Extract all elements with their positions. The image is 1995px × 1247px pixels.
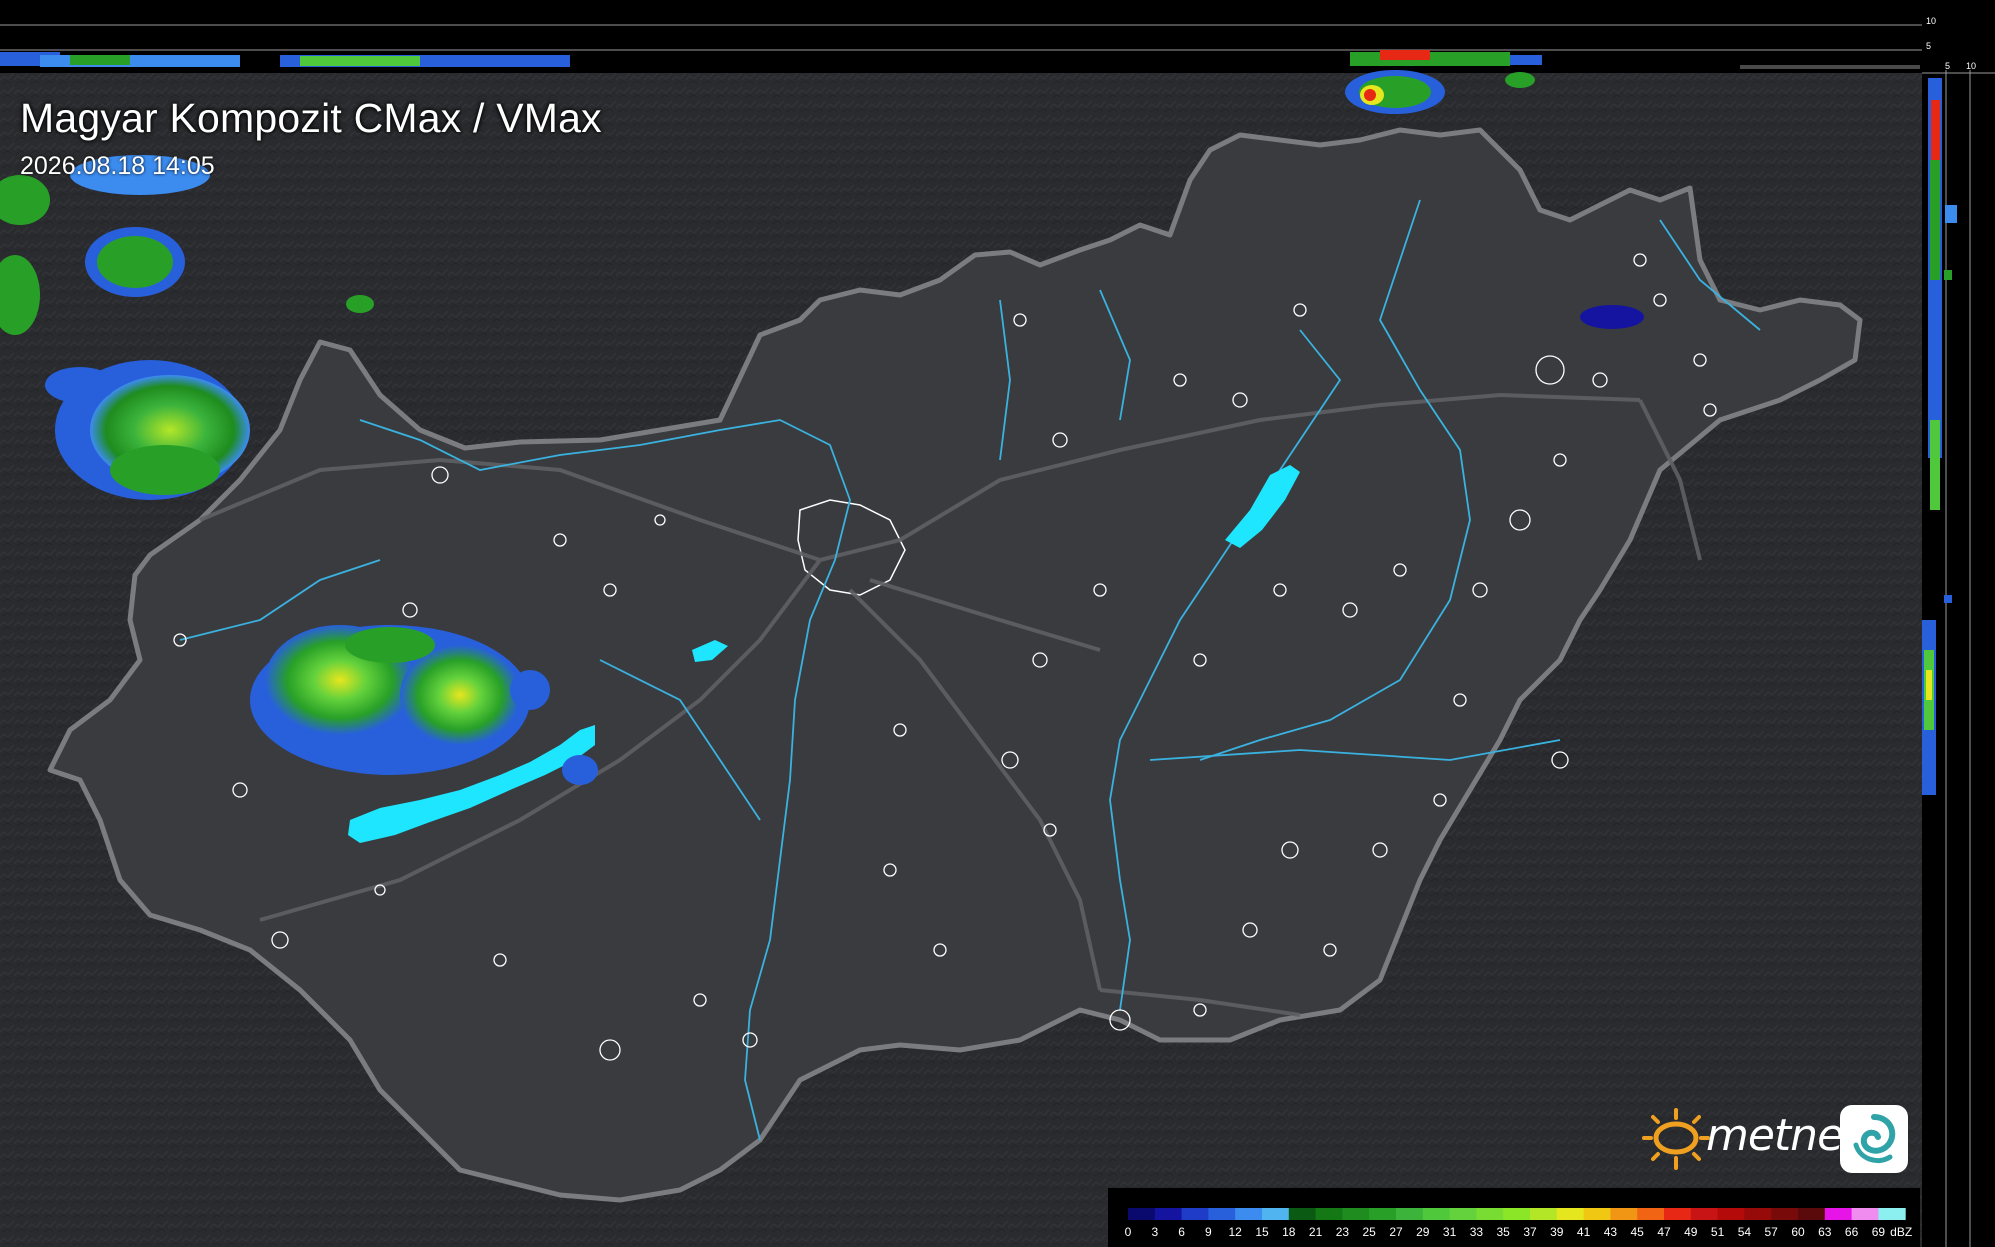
- color-scale-swatch: [1315, 1208, 1343, 1220]
- tick-label: 10: [1926, 16, 1937, 26]
- color-scale-tick-label: 69: [1871, 1225, 1886, 1239]
- color-scale-tick-label: 0: [1124, 1225, 1132, 1239]
- color-scale-tick-label: 18: [1282, 1225, 1296, 1239]
- color-scale-tick-label: 27: [1389, 1225, 1403, 1239]
- color-scale-swatch: [1128, 1208, 1156, 1220]
- color-scale-swatch: [1610, 1208, 1638, 1220]
- color-scale-tick-label: 23: [1335, 1225, 1350, 1239]
- color-scale-tick-label: 41: [1576, 1225, 1591, 1239]
- color-scale-labels: 0 3 6 9 12 15 18 21 23 25 27 29 31 33 35 37 39 41 43 45 47 49…: [1120, 1225, 1920, 1241]
- radar-map: [0, 0, 1995, 1247]
- color-scale-swatch: [1476, 1208, 1504, 1220]
- color-scale-swatch: [1851, 1208, 1879, 1220]
- color-scale-tick-label: 37: [1523, 1225, 1537, 1239]
- color-scale-tick-label: 9: [1205, 1225, 1212, 1239]
- color-scale-tick-label: 12: [1228, 1225, 1242, 1239]
- color-scale-tick-label: 39: [1550, 1225, 1564, 1239]
- color-scale-tick-label: 31: [1442, 1225, 1457, 1239]
- color-scale-swatch: [1878, 1208, 1906, 1220]
- color-scale-swatch: [1396, 1208, 1424, 1220]
- color-scale-tick-label: 21: [1308, 1225, 1323, 1239]
- color-scale-swatch: [1798, 1208, 1826, 1220]
- color-scale-tick-label: 66: [1844, 1225, 1859, 1239]
- map-title: Magyar Kompozit CMax / VMax: [20, 95, 602, 141]
- color-scale-tick-label: 25: [1362, 1225, 1376, 1239]
- color-scale-tick-label: 63: [1818, 1225, 1832, 1239]
- color-scale-tick-label: 60: [1791, 1225, 1805, 1239]
- color-scale-swatch: [1342, 1208, 1370, 1220]
- color-scale-tick-label: 6: [1178, 1225, 1185, 1239]
- tick-label: 5: [1945, 61, 1951, 71]
- color-scale-tick-label: 15: [1255, 1225, 1269, 1239]
- color-scale-swatch: [1422, 1208, 1451, 1220]
- color-scale-tick-label: 49: [1684, 1225, 1698, 1239]
- color-scale-unit: dBZ: [1890, 1225, 1913, 1239]
- color-scale-swatch: [1449, 1208, 1477, 1220]
- color-scale-tick-label: 43: [1603, 1225, 1618, 1239]
- color-scale-tick-label: 29: [1416, 1225, 1430, 1239]
- color-scale-swatch: [1556, 1208, 1585, 1220]
- color-scale-swatch: [1690, 1208, 1719, 1220]
- color-scale-swatch: [1530, 1208, 1558, 1220]
- tick-label: 5: [1926, 41, 1932, 51]
- color-scale-swatch: [1181, 1208, 1209, 1220]
- swirl-logo-icon: [1840, 1105, 1908, 1173]
- color-scale-swatch: [1664, 1208, 1692, 1220]
- color-scale-tick-label: 33: [1469, 1225, 1484, 1239]
- sun-icon: [1642, 1108, 1710, 1170]
- color-scale-tick-label: 51: [1710, 1225, 1725, 1239]
- color-scale-swatch: [1717, 1208, 1745, 1220]
- color-scale-swatch: [1637, 1208, 1665, 1220]
- color-scale-tick-label: 35: [1496, 1225, 1510, 1239]
- color-scale-swatch: [1583, 1208, 1611, 1220]
- color-scale-tick-label: 45: [1630, 1225, 1644, 1239]
- color-scale-swatch: [1208, 1208, 1236, 1220]
- color-scale-swatch: [1288, 1208, 1317, 1220]
- color-scale-swatch: [1262, 1208, 1290, 1220]
- timestamp: 2026.08.18 14:05: [20, 152, 215, 180]
- color-scale-swatch: [1503, 1208, 1531, 1220]
- color-scale-tick-label: 47: [1657, 1225, 1671, 1239]
- color-scale-swatch: [1771, 1208, 1799, 1220]
- color-scale-tick-label: 57: [1764, 1225, 1778, 1239]
- color-scale-swatch: [1154, 1208, 1183, 1220]
- color-scale-tick-label: 54: [1737, 1225, 1752, 1239]
- color-scale-swatch: [1744, 1208, 1772, 1220]
- color-scale-swatch: [1235, 1208, 1263, 1220]
- tick-label: 10: [1966, 61, 1977, 71]
- color-scale-swatch: [1369, 1208, 1397, 1220]
- side-profile-ticks: 10 5 5 10: [1924, 0, 1995, 80]
- brand-name: metnet: [1706, 1110, 1860, 1161]
- metnet-logo: metnet: [1636, 1100, 1911, 1180]
- color-scale-tick-label: 3: [1151, 1225, 1159, 1239]
- color-scale-swatch: [1824, 1208, 1853, 1220]
